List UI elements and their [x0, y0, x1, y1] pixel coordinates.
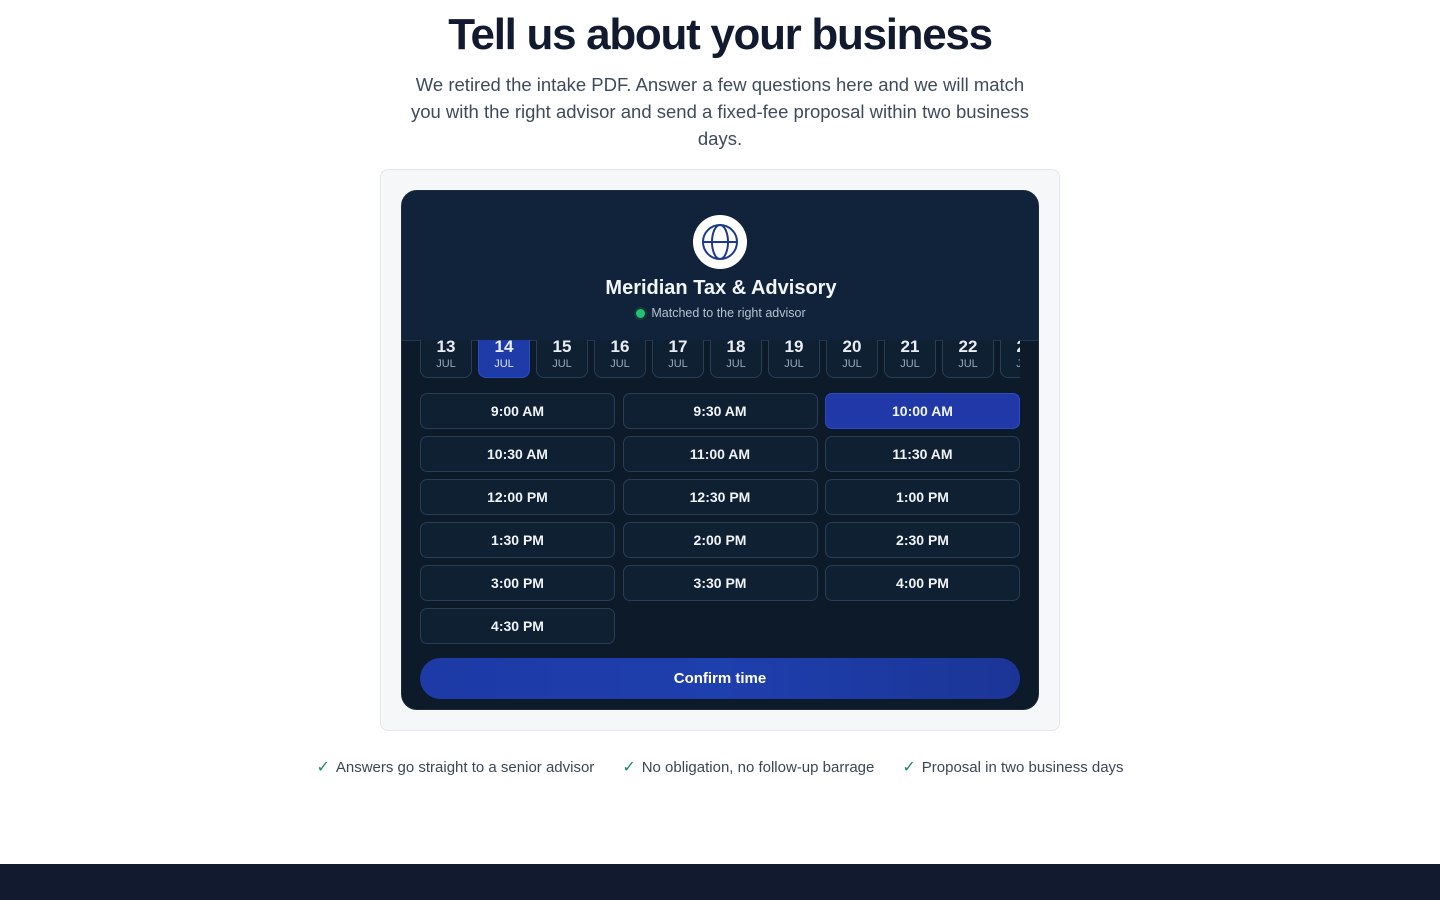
time-slot-button[interactable]: 1:00 PM [825, 479, 1020, 515]
date-day: 22 [958, 340, 978, 356]
checkmark-icon: ✓ [902, 759, 916, 776]
time-slot-button[interactable]: 3:30 PM [622, 565, 818, 601]
date-day: 18 [726, 340, 746, 356]
time-slot-button[interactable]: 2:00 PM [622, 522, 818, 558]
date-month: JUL [668, 358, 688, 370]
date-option-18[interactable]: 18 JUL [710, 340, 762, 378]
confirm-time-button[interactable]: Confirm time [420, 658, 1020, 699]
scheduler-widget: Meridian Tax & Advisory Matched to the r… [401, 190, 1039, 710]
status-dot-icon [636, 308, 646, 318]
feature-list: ✓ Answers go straight to a senior advisor… [0, 757, 1440, 777]
date-month: JUL [726, 358, 746, 370]
time-slot-button[interactable]: 11:00 AM [622, 436, 818, 472]
date-month: JUL [610, 358, 630, 370]
date-option-21[interactable]: 21 JUL [884, 340, 936, 378]
globe-icon [702, 224, 738, 260]
date-day: 20 [842, 340, 862, 356]
time-slot-button[interactable]: 4:30 PM [420, 608, 615, 644]
time-slot-button[interactable]: 10:30 AM [420, 436, 615, 472]
time-slot-button[interactable]: 12:00 PM [420, 479, 615, 515]
date-month: JUL [552, 358, 572, 370]
feature-text: No obligation, no follow-up barrage [641, 758, 875, 776]
time-slot-button[interactable]: 9:00 AM [420, 393, 615, 429]
widget-header: Meridian Tax & Advisory Matched to the r… [402, 191, 1038, 341]
time-slot-button[interactable]: 4:00 PM [825, 565, 1020, 601]
org-logo [693, 215, 747, 269]
date-day: 17 [668, 340, 688, 356]
checkmark-icon: ✓ [316, 759, 330, 776]
date-option-16[interactable]: 16 JUL [594, 340, 646, 378]
time-slot-button[interactable]: 2:30 PM [825, 522, 1020, 558]
feature-item: ✓ Answers go straight to a senior advisor [316, 757, 594, 777]
time-slot-button[interactable]: 1:30 PM [420, 522, 615, 558]
time-slot-button[interactable]: 11:30 AM [825, 436, 1020, 472]
date-month: JUL [842, 358, 862, 370]
org-name: Meridian Tax & Advisory [605, 277, 837, 299]
date-day: 15 [552, 340, 572, 356]
feature-text: Answers go straight to a senior advisor [335, 758, 595, 776]
footer [0, 864, 1440, 900]
date-day: 16 [610, 340, 630, 356]
time-slot-button[interactable]: 12:30 PM [622, 479, 818, 515]
time-slot-button[interactable]: 9:30 AM [622, 393, 818, 429]
date-option-15[interactable]: 15 JUL [536, 340, 588, 378]
date-day: 19 [784, 340, 804, 356]
date-option-13[interactable]: 13 JUL [420, 340, 472, 378]
match-status-text: Matched to the right advisor [651, 306, 806, 320]
date-month: JUL [900, 358, 920, 370]
feature-item: ✓ No obligation, no follow-up barrage [622, 757, 874, 777]
feature-item: ✓ Proposal in two business days [902, 757, 1123, 777]
date-day: 14 [494, 340, 514, 356]
date-month: JUL [958, 358, 978, 370]
date-day: 13 [436, 340, 456, 356]
date-option-22[interactable]: 22 JUL [942, 340, 994, 378]
time-slot-button[interactable]: 10:00 AM [825, 393, 1020, 429]
date-option-23[interactable]: 23JUL [1000, 340, 1020, 378]
date-month: JUL [784, 358, 804, 370]
date-option-14[interactable]: 14 JUL [478, 340, 530, 378]
date-day: 21 [900, 340, 920, 356]
time-slot-button[interactable]: 3:00 PM [420, 565, 615, 601]
date-month: JUL [436, 358, 456, 370]
date-day: 23 [1001, 340, 1020, 357]
date-month: JUL [1001, 357, 1020, 371]
date-option-17[interactable]: 17 JUL [652, 340, 704, 378]
feature-text: Proposal in two business days [921, 758, 1124, 776]
match-status: Matched to the right advisor [402, 306, 1038, 320]
page-subtitle: We retired the intake PDF. Answer a few … [410, 74, 1030, 149]
date-strip[interactable]: 13 JUL 14 JUL 15 JUL 16 JUL 17 JUL 18 JUL 19 JUL 20 JUL… [420, 340, 1020, 378]
date-option-19[interactable]: 19 JUL [768, 340, 820, 378]
checkmark-icon: ✓ [622, 759, 636, 776]
date-month: JUL [494, 358, 514, 370]
page-title: Tell us about your business [448, 10, 993, 59]
date-option-20[interactable]: 20 JUL [826, 340, 878, 378]
